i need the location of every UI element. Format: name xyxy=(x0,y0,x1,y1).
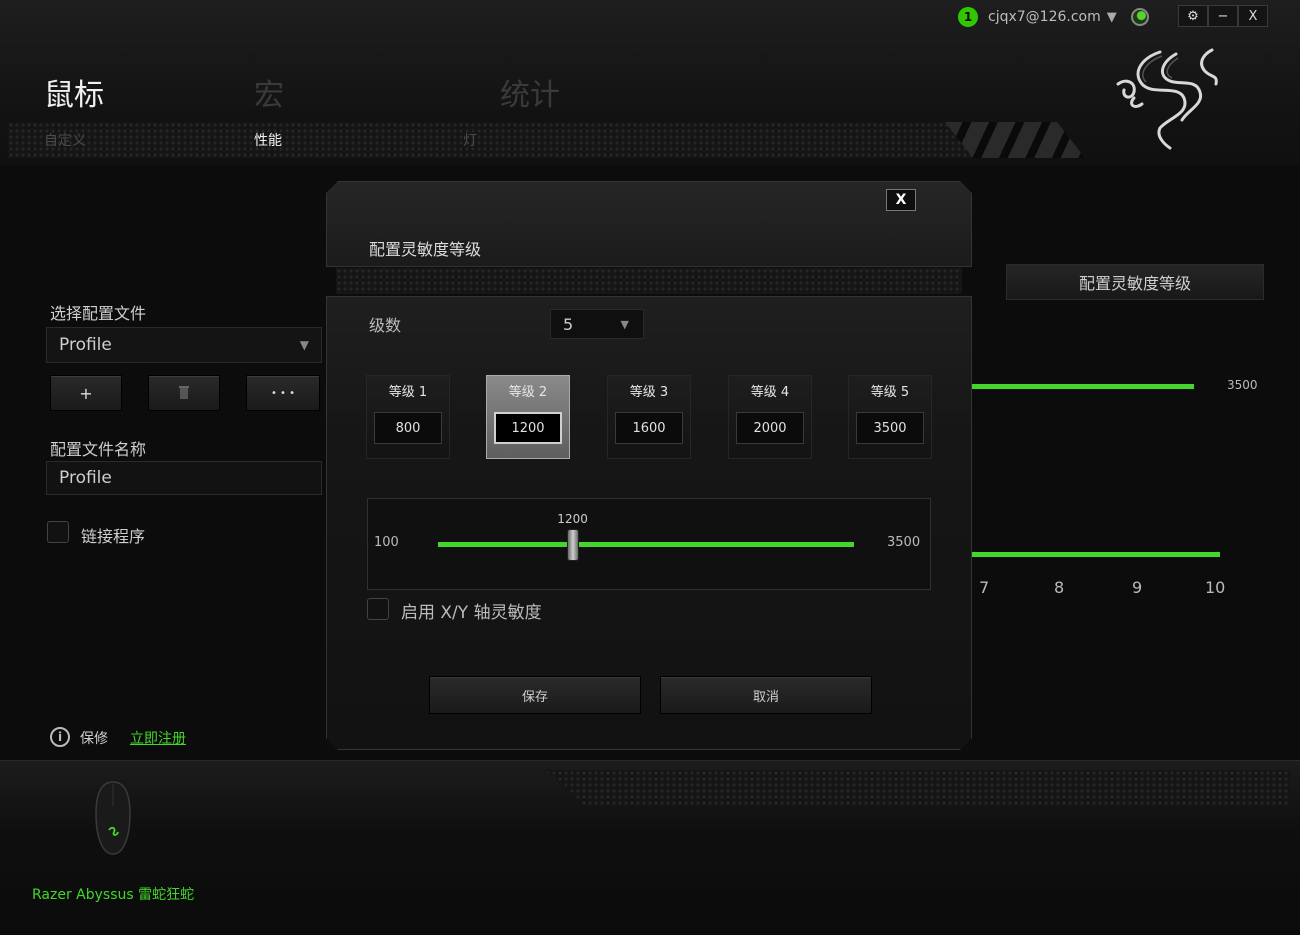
stage-name: 等级 4 xyxy=(750,385,790,400)
chevron-down-icon: ▼ xyxy=(620,317,629,331)
xy-sensitivity-label: 启用 X/Y 轴灵敏度 xyxy=(401,603,542,623)
xy-sensitivity-checkbox[interactable] xyxy=(367,598,389,620)
levels-dropdown[interactable]: 5 ▼ xyxy=(550,309,644,339)
sensitivity-dialog: X 配置灵敏度等级 级数 5 ▼ 等级 1 800 等级 2 1200 等级 3… xyxy=(0,0,1300,935)
dialog-title: 配置灵敏度等级 xyxy=(369,240,482,259)
stage-name: 等级 1 xyxy=(388,385,428,400)
stage-4[interactable]: 等级 4 2000 xyxy=(728,375,812,459)
slider-min-label: 100 xyxy=(374,535,399,550)
save-button[interactable]: 保存 xyxy=(429,676,641,714)
stage-name: 等级 2 xyxy=(508,385,548,400)
stage-value-field[interactable]: 3500 xyxy=(856,412,924,444)
levels-label: 级数 xyxy=(369,316,402,335)
stage-value-field[interactable]: 800 xyxy=(374,412,442,444)
stage-5[interactable]: 等级 5 3500 xyxy=(848,375,932,459)
stage-2[interactable]: 等级 2 1200 xyxy=(486,375,570,459)
stage-3[interactable]: 等级 3 1600 xyxy=(607,375,691,459)
cancel-button[interactable]: 取消 xyxy=(660,676,872,714)
stage-value-field[interactable]: 1200 xyxy=(494,412,562,444)
dialog-divider xyxy=(336,268,962,294)
stage-value-field[interactable]: 2000 xyxy=(736,412,804,444)
slider-max-label: 3500 xyxy=(887,535,921,550)
stage-name: 等级 5 xyxy=(870,385,910,400)
stage-1[interactable]: 等级 1 800 xyxy=(366,375,450,459)
slider-track[interactable] xyxy=(438,542,854,547)
slider-current-value: 1200 xyxy=(557,512,588,526)
razer-synapse-window: 鼠标 宏 统计 自定义 性能 灯 1 cjqx7@126.com ▼ ⚙ − X xyxy=(0,0,1300,935)
slider-handle[interactable] xyxy=(566,529,579,561)
levels-dropdown-value: 5 xyxy=(563,314,574,334)
stage-value-field[interactable]: 1600 xyxy=(615,412,683,444)
dialog-close-button[interactable]: X xyxy=(886,189,916,211)
stage-name: 等级 3 xyxy=(629,385,669,400)
